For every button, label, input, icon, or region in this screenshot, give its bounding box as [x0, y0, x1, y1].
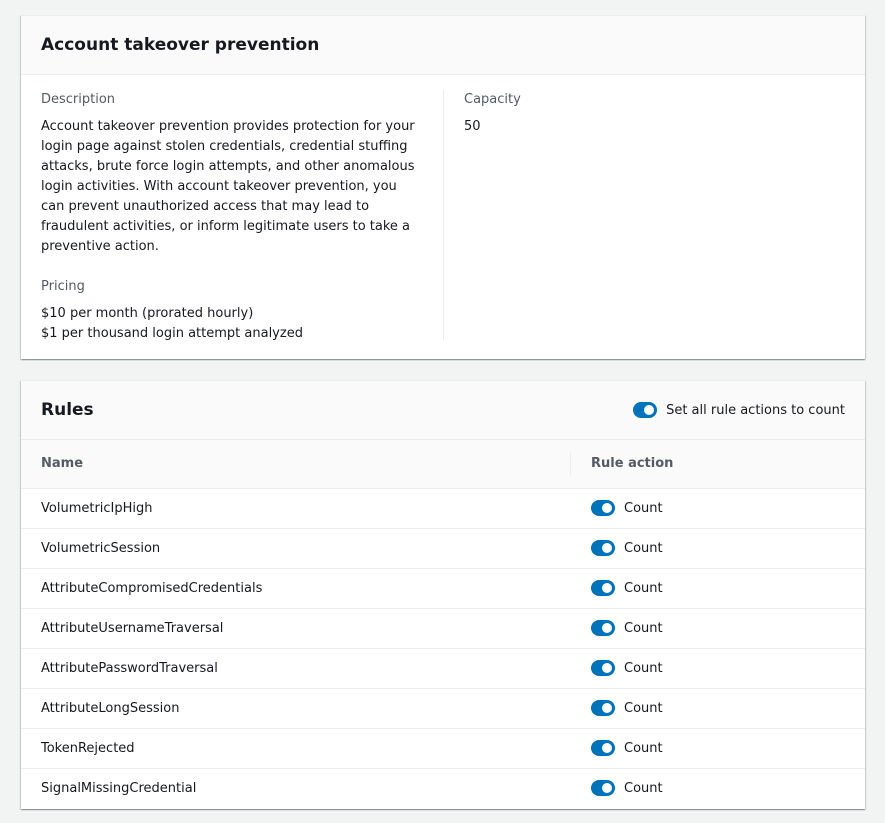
rule-action-toggle[interactable] [591, 620, 615, 636]
rule-action-control[interactable]: Count [591, 780, 845, 797]
rule-name: TokenRejected [21, 728, 571, 769]
column-header-name[interactable]: Name [21, 440, 571, 489]
toggle-knob [602, 583, 612, 593]
set-all-count-control[interactable]: Set all rule actions to count [633, 402, 845, 418]
rule-action-control[interactable]: Count [591, 620, 845, 636]
rule-action-cell: Count [571, 728, 865, 769]
rule-action-toggle[interactable] [591, 540, 615, 556]
column-divider [443, 90, 444, 340]
table-row: AttributeLongSession Count [21, 688, 865, 729]
rule-action-control[interactable]: Count [591, 500, 845, 516]
overview-right-column: Capacity 50 [464, 92, 824, 137]
rule-action-toggle[interactable] [591, 580, 615, 596]
rule-action-control[interactable]: Count [591, 700, 845, 716]
rule-action-control[interactable]: Count [591, 740, 845, 756]
rule-name: AttributeUsernameTraversal [21, 608, 571, 649]
rule-name: AttributeCompromisedCredentials [21, 568, 571, 609]
rule-action-control[interactable]: Count [591, 580, 845, 596]
rule-name: VolumetricIpHigh [21, 488, 571, 529]
rule-action-label: Count [624, 620, 663, 636]
toggle-knob [602, 663, 612, 673]
rule-action-cell: Count [571, 608, 865, 649]
rule-action-cell: Count [571, 488, 865, 529]
toggle-knob [644, 405, 655, 415]
table-row: AttributeUsernameTraversal Count [21, 608, 865, 649]
overview-header: Account takeover prevention [21, 16, 865, 75]
rule-action-cell: Count [571, 568, 865, 609]
overview-title: Account takeover prevention [41, 35, 320, 55]
pricing-line: $1 per thousand login attempt analyzed [41, 326, 303, 341]
capacity-value: 50 [464, 119, 481, 134]
set-all-count-toggle[interactable] [633, 402, 658, 418]
rules-panel: Rules Set all rule actions to count Name… [21, 380, 865, 809]
pricing-label: Pricing [41, 279, 85, 294]
description-text: Account takeover prevention provides pro… [41, 119, 415, 254]
toggle-knob [602, 783, 612, 794]
overview-left-column: Description Account takeover prevention … [41, 92, 421, 344]
toggle-knob [602, 703, 612, 713]
table-row: SignalMissingCredential Count [21, 768, 865, 808]
table-row: AttributePasswordTraversal Count [21, 648, 865, 689]
description-label: Description [41, 92, 116, 107]
rule-action-label: Count [624, 580, 663, 596]
rule-action-toggle[interactable] [591, 660, 615, 676]
rule-action-toggle[interactable] [591, 700, 615, 716]
pricing-section: Pricing $10 per month (prorated hourly) … [41, 279, 421, 344]
rule-action-toggle[interactable] [591, 740, 615, 756]
rules-table: Name Rule action VolumetricIpHigh Count … [21, 440, 865, 808]
rule-action-label: Count [624, 660, 663, 676]
rule-action-control[interactable]: Count [591, 540, 845, 556]
overview-panel: Account takeover prevention Description … [21, 15, 865, 359]
rule-name: VolumetricSession [21, 528, 571, 569]
rule-action-cell: Count [571, 528, 865, 569]
rule-name: AttributePasswordTraversal [21, 648, 571, 689]
rule-action-control[interactable]: Count [591, 660, 845, 676]
table-row: VolumetricIpHigh Count [21, 488, 865, 529]
rule-action-label: Count [624, 700, 663, 716]
rules-header: Rules Set all rule actions to count [21, 381, 865, 440]
rule-action-cell: Count [571, 648, 865, 689]
rule-action-label: Count [624, 540, 663, 556]
toggle-knob [602, 743, 612, 753]
toggle-knob [602, 503, 612, 513]
table-row: TokenRejected Count [21, 728, 865, 769]
rule-action-toggle[interactable] [591, 500, 615, 516]
set-all-count-label: Set all rule actions to count [666, 402, 845, 418]
rules-table-header-row: Name Rule action [21, 440, 865, 489]
rules-title: Rules [41, 400, 94, 420]
rule-action-cell: Count [571, 768, 865, 808]
rule-name: AttributeLongSession [21, 688, 571, 729]
column-header-rule-action[interactable]: Rule action [571, 440, 865, 489]
toggle-knob [602, 623, 612, 633]
rule-action-label: Count [624, 740, 663, 756]
rule-action-toggle[interactable] [591, 780, 615, 797]
table-row: VolumetricSession Count [21, 528, 865, 569]
pricing-line: $10 per month (prorated hourly) [41, 306, 254, 321]
rule-action-label: Count [624, 780, 663, 796]
table-row: AttributeCompromisedCredentials Count [21, 568, 865, 609]
rule-name: SignalMissingCredential [41, 780, 197, 796]
capacity-label: Capacity [464, 92, 521, 107]
toggle-knob [602, 543, 612, 553]
rule-action-label: Count [624, 500, 663, 516]
rule-action-cell: Count [571, 688, 865, 729]
